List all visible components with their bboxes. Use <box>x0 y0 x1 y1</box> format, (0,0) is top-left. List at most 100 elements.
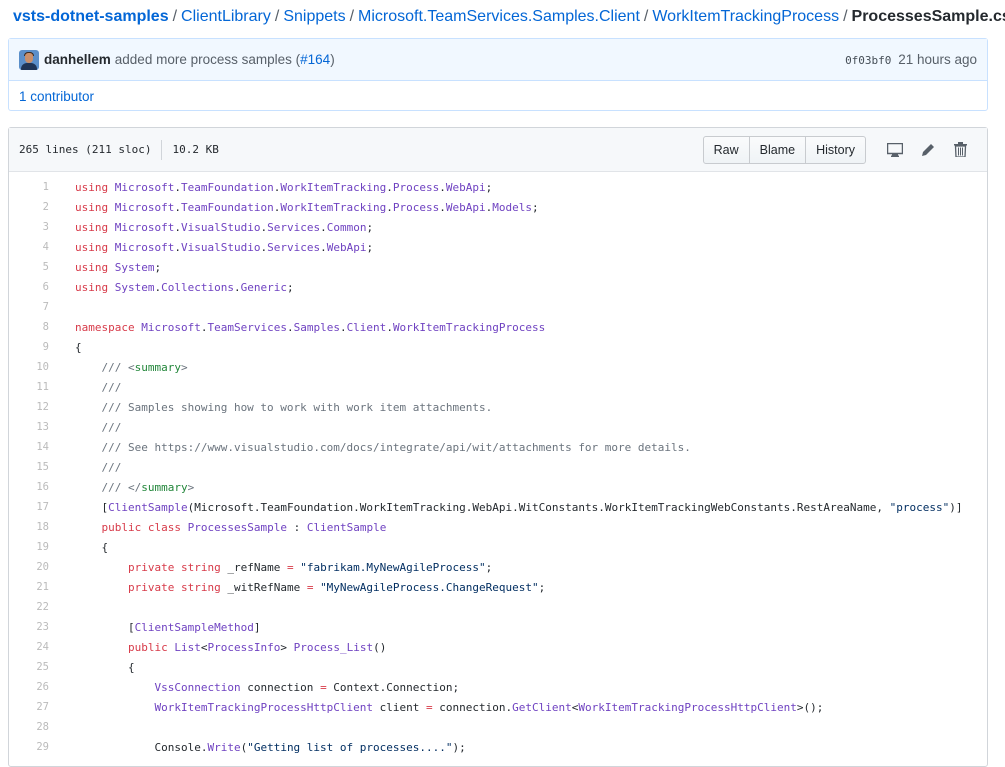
code-token: public <box>127 640 168 654</box>
commit-message-link[interactable]: added more process samples <box>115 52 292 67</box>
pull-request-link[interactable]: #164 <box>300 52 330 67</box>
raw-button[interactable]: Raw <box>704 136 750 163</box>
line-number[interactable]: 25 <box>9 661 49 673</box>
line-number[interactable]: 5 <box>9 261 49 273</box>
code-token: ; <box>366 240 374 254</box>
line-number[interactable]: 19 <box>9 541 49 553</box>
contributors-link[interactable]: 1 contributor <box>19 89 94 104</box>
code-token: [ <box>75 500 109 514</box>
breadcrumb-link-samples-client[interactable]: Microsoft.TeamServices.Samples.Client <box>358 8 640 25</box>
breadcrumb-link-clientlibrary[interactable]: ClientLibrary <box>181 8 271 25</box>
code-token: WorkItemTrackingProcess <box>392 320 546 334</box>
delete-file-button[interactable] <box>944 137 977 163</box>
commit-meta: 0f03bf0 21 hours ago <box>845 52 977 67</box>
line-number[interactable]: 9 <box>9 341 49 353</box>
blame-button[interactable]: Blame <box>750 136 807 163</box>
code-token: List <box>174 640 201 654</box>
code-line: 27 WorkItemTrackingProcessHttpClient cli… <box>9 697 987 717</box>
code-token: using <box>75 240 109 254</box>
code-line: 14 /// See https://www.visualstudio.com/… <box>9 437 987 457</box>
code-token: . <box>320 220 327 234</box>
code-line: 11 /// <box>9 377 987 397</box>
code-token: Client <box>346 320 387 334</box>
line-number[interactable]: 4 <box>9 241 49 253</box>
breadcrumb-link-workitemtrackingprocess[interactable]: WorkItemTrackingProcess <box>652 8 839 25</box>
trash-icon <box>954 142 967 157</box>
code-token: /// <box>75 420 122 434</box>
line-number[interactable]: 6 <box>9 281 49 293</box>
commit-author-link[interactable]: danhellem <box>44 52 111 67</box>
code-token: connection. <box>432 700 513 714</box>
line-number[interactable]: 27 <box>9 701 49 713</box>
code-token: )] <box>949 500 963 514</box>
code-line: 16 /// </summary> <box>9 477 987 497</box>
line-number[interactable]: 15 <box>9 461 49 473</box>
commit-sha-link[interactable]: 0f03bf0 <box>845 54 891 67</box>
code-token: /// <box>75 360 128 374</box>
line-number[interactable]: 1 <box>9 181 49 193</box>
line-number[interactable]: 2 <box>9 201 49 213</box>
commit-tease: danhellem added more process samples (#1… <box>9 39 987 81</box>
breadcrumb-link-snippets[interactable]: Snippets <box>283 8 345 25</box>
line-number[interactable]: 20 <box>9 561 49 573</box>
line-content: /// <box>49 381 121 394</box>
line-number[interactable]: 7 <box>9 301 49 313</box>
code-token: > <box>180 360 188 374</box>
line-number[interactable]: 18 <box>9 521 49 533</box>
code-token: WorkItemTrackingProcessHttpClient <box>578 700 797 714</box>
code-line: 9{ <box>9 337 987 357</box>
code-token: "MyNewAgileProcess.ChangeRequest" <box>320 580 539 594</box>
code-token: _witRefName <box>220 580 307 594</box>
code-token: Process_List <box>293 640 374 654</box>
line-number[interactable]: 17 <box>9 501 49 513</box>
open-desktop-button[interactable] <box>878 137 911 163</box>
history-button[interactable]: History <box>806 137 865 163</box>
line-number[interactable]: 3 <box>9 221 49 233</box>
edit-file-button[interactable] <box>911 137 944 163</box>
code-token: . <box>386 200 393 214</box>
code-token: Microsoft <box>114 240 175 254</box>
breadcrumb-repo-link[interactable]: vsts-dotnet-samples <box>13 8 169 25</box>
code-token: . <box>233 280 241 294</box>
line-number[interactable]: 28 <box>9 721 49 733</box>
breadcrumb-separator: / <box>349 8 355 25</box>
line-number[interactable]: 14 <box>9 441 49 453</box>
code-token: Context.Connection; <box>326 680 460 694</box>
line-content: using Microsoft.TeamFoundation.WorkItemT… <box>49 201 539 214</box>
line-number[interactable]: 26 <box>9 681 49 693</box>
code-token: . <box>174 180 181 194</box>
line-number[interactable]: 10 <box>9 361 49 373</box>
line-content: [ClientSampleMethod] <box>49 621 260 634</box>
code-token: ; <box>532 200 539 214</box>
line-number[interactable]: 22 <box>9 601 49 613</box>
line-number[interactable]: 23 <box>9 621 49 633</box>
line-content: /// <summary> <box>49 360 188 374</box>
code-token: Microsoft <box>114 200 175 214</box>
line-number[interactable]: 12 <box>9 401 49 413</box>
code-line: 1 using Microsoft.TeamFoundation.WorkItem… <box>9 177 987 197</box>
avatar[interactable] <box>19 49 39 70</box>
line-number[interactable]: 13 <box>9 421 49 433</box>
line-number[interactable]: 11 <box>9 381 49 393</box>
code-token: using <box>75 200 109 214</box>
code-token: ClientSample <box>306 520 387 534</box>
code-line: 19 { <box>9 537 987 557</box>
code-token: "fabrikam.MyNewAgileProcess" <box>300 560 486 574</box>
code-token: GetClient <box>512 700 572 714</box>
code-token: Process <box>392 180 440 194</box>
line-number[interactable]: 29 <box>9 741 49 753</box>
line-number[interactable]: 24 <box>9 641 49 653</box>
code-token: TeamFoundation <box>180 180 274 194</box>
line-number[interactable]: 21 <box>9 581 49 593</box>
code-token: Microsoft <box>141 320 201 334</box>
code-token: connection <box>240 680 321 694</box>
line-number[interactable]: 16 <box>9 481 49 493</box>
code-token: ProcessInfo <box>207 640 281 654</box>
line-number[interactable]: 8 <box>9 321 49 333</box>
code-token: ; <box>154 260 162 274</box>
code-token: . <box>439 200 446 214</box>
